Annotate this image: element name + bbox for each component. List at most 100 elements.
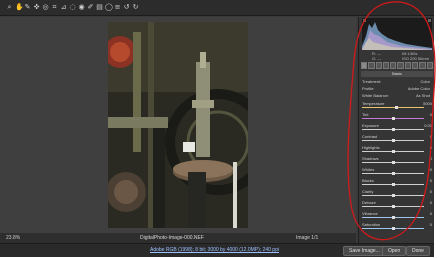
tab-tone-curve-icon[interactable] [368,62,375,69]
slider-value[interactable]: 0 [430,223,432,227]
slider-thumb[interactable] [392,128,395,131]
open-button[interactable]: Open [382,246,407,256]
rotate-left-icon[interactable]: ↺ [123,4,130,11]
slider-label: Tint [362,112,369,117]
color-sampler-icon[interactable]: ✜ [33,4,40,11]
image-counter: Image 1/1 [296,235,319,241]
panel-tabs [361,62,433,69]
tab-calibration-icon[interactable] [412,62,419,69]
slider-value[interactable]: 0 [430,201,432,205]
slider-value[interactable]: 0.00 [424,124,432,128]
white-balance-value[interactable]: As Shot [416,93,430,99]
save-image-button[interactable]: Save Image... [343,246,386,256]
slider-value[interactable]: 5000 [423,102,432,106]
slider-thumb[interactable] [392,205,395,208]
profile-label: Profile: [362,86,375,91]
tab-split-toning-icon[interactable] [390,62,397,69]
slider-saturation[interactable]: Saturation 0 [362,223,432,230]
red-eye-icon[interactable]: ◉ [78,4,85,11]
adjustments-panel: R: --- G: --- f/8 1/60s ISO 200 50mm Bas… [358,17,434,243]
zoom-level[interactable]: 23.8% [6,233,20,243]
readout-iso: ISO 200 50mm [402,56,429,61]
targeted-adjustment-icon[interactable]: ◎ [42,4,49,11]
slider-label: Highlights [362,145,380,150]
rotate-right-icon[interactable]: ↻ [132,4,139,11]
photo-illustration [108,22,248,228]
status-bar: 23.8% DigitalPhoto-Image-000.NEF Image 1… [0,233,356,243]
camera-raw-window: ⌕ ✋ ✎ ✜ ◎ ⌗ ⊿ ◌ ◉ ✐ ▤ ◯ ≡ ↺ ↻ 23.8% Digi… [0,0,434,257]
bottom-bar: Adobe RGB (1998); 8 bit; 3000 by 4000 (1… [0,243,434,257]
slider-label: Dehaze [362,200,376,205]
slider-thumb[interactable] [392,172,395,175]
adjustment-brush-icon[interactable]: ✐ [87,4,94,11]
slider-track[interactable] [362,107,424,108]
slider-blacks[interactable]: Blacks 0 [362,179,432,186]
spot-removal-icon[interactable]: ◌ [69,4,76,11]
slider-value[interactable]: 0 [430,168,432,172]
slider-temperature[interactable]: Temperature 5000 [362,102,432,109]
slider-thumb[interactable] [392,139,395,142]
slider-whites[interactable]: Whites 0 [362,168,432,175]
treatment-label: Treatment: [362,79,382,84]
slider-thumb[interactable] [392,161,395,164]
slider-label: Saturation [362,222,381,227]
zoom-icon[interactable]: ⌕ [6,4,13,11]
slider-label: Blacks [362,178,374,183]
slider-thumb[interactable] [392,194,395,197]
profile-row[interactable]: Profile: Adobe Color [362,86,432,92]
slider-thumb[interactable] [392,227,395,230]
readout-g: G: --- [372,56,382,61]
slider-shadows[interactable]: Shadows 0 [362,157,432,164]
slider-thumb[interactable] [392,183,395,186]
hand-icon[interactable]: ✋ [15,4,24,11]
highlight-clipping-icon[interactable] [428,19,431,22]
tab-lens-icon[interactable] [397,62,404,69]
done-button[interactable]: Done [406,246,430,256]
shadow-clipping-icon[interactable] [363,19,366,22]
slider-value[interactable]: 0 [430,113,432,117]
slider-value[interactable]: 0 [430,157,432,161]
graduated-filter-icon[interactable]: ▤ [96,4,103,11]
slider-tint[interactable]: Tint 0 [362,113,432,120]
straighten-icon[interactable]: ⊿ [60,4,67,11]
slider-exposure[interactable]: Exposure 0.00 [362,124,432,131]
tab-detail-icon[interactable] [375,62,382,69]
slider-thumb[interactable] [395,106,399,109]
slider-label: Shadows [362,156,379,161]
slider-value[interactable]: 0 [430,212,432,216]
slider-clarity[interactable]: Clarity 0 [362,190,432,197]
slider-vibrance[interactable]: Vibrance 0 [362,212,432,219]
treatment-value[interactable]: Color [420,79,430,85]
image-canvas[interactable] [0,17,356,233]
preview-photo [108,22,248,228]
slider-label: Contrast [362,134,378,139]
white-balance-row[interactable]: White Balance: As Shot [362,93,432,99]
slider-value[interactable]: 0 [430,190,432,194]
workflow-options-link[interactable]: Adobe RGB (1998); 8 bit; 3000 by 4000 (1… [150,247,279,253]
slider-value[interactable]: 0 [430,179,432,183]
white-balance-icon[interactable]: ✎ [24,4,31,11]
profile-value[interactable]: Adobe Color [408,86,430,92]
radial-filter-icon[interactable]: ◯ [105,4,113,11]
slider-value[interactable]: 0 [430,146,432,150]
slider-dehaze[interactable]: Dehaze 0 [362,201,432,208]
tab-effects-icon[interactable] [404,62,412,69]
slider-label: Whites [362,167,375,172]
slider-value[interactable]: 0 [430,135,432,139]
slider-thumb[interactable] [392,150,395,153]
histogram [362,18,432,50]
tab-snapshots-icon[interactable] [426,62,433,69]
file-name: DigitalPhoto-Image-000.NEF [140,235,204,241]
slider-thumb[interactable] [392,216,395,219]
treatment-row[interactable]: Treatment: Color [362,79,432,85]
tab-presets-icon[interactable] [419,62,426,69]
slider-contrast[interactable]: Contrast 0 [362,135,432,142]
slider-label: Exposure [362,123,379,128]
tab-basic-icon[interactable] [361,62,368,69]
camera-readout: R: --- G: --- f/8 1/60s ISO 200 50mm [362,51,432,61]
crop-icon[interactable]: ⌗ [51,4,58,11]
slider-thumb[interactable] [392,117,395,120]
preferences-icon[interactable]: ≡ [114,4,121,11]
tab-hsl-icon[interactable] [382,62,390,69]
slider-highlights[interactable]: Highlights 0 [362,146,432,153]
